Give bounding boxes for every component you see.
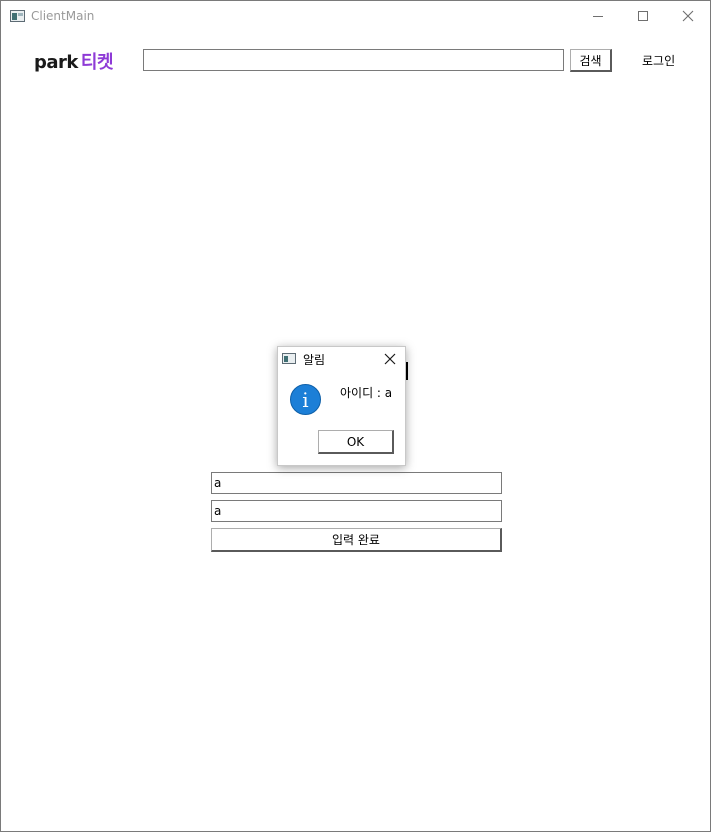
- password-field[interactable]: [211, 500, 502, 522]
- search-button[interactable]: 검색: [570, 49, 612, 72]
- search-input[interactable]: [143, 49, 564, 71]
- window-title: ClientMain: [31, 9, 95, 23]
- alert-dialog: 알림 i 아이디 : a OK: [277, 346, 406, 466]
- maximize-icon: [637, 11, 648, 21]
- ok-button[interactable]: OK: [318, 430, 394, 454]
- submit-button[interactable]: 입력 완료: [211, 528, 502, 552]
- logo-park-text: park: [34, 52, 78, 73]
- dialog-app-icon: [282, 353, 296, 364]
- dialog-close-button[interactable]: [380, 350, 400, 368]
- id-field[interactable]: [211, 472, 502, 494]
- client-main-window: ClientMain park티켓 검색 로그인 입력 완료 알림: [0, 0, 711, 832]
- dialog-message: 아이디 : a: [340, 386, 393, 400]
- close-icon: [682, 10, 693, 22]
- close-button[interactable]: [665, 1, 710, 31]
- logo-ticket-text: 티켓: [80, 52, 114, 73]
- dialog-title: 알림: [303, 353, 326, 367]
- maximize-button[interactable]: [620, 1, 665, 31]
- login-link[interactable]: 로그인: [642, 52, 675, 69]
- minimize-icon: [592, 15, 603, 17]
- title-bar[interactable]: ClientMain: [1, 1, 710, 31]
- logo[interactable]: park 티켓: [34, 48, 114, 74]
- minimize-button[interactable]: [575, 1, 620, 31]
- close-icon: [384, 353, 396, 365]
- app-icon: [10, 10, 25, 22]
- dialog-title-bar[interactable]: 알림: [278, 347, 405, 371]
- info-icon: i: [290, 384, 321, 415]
